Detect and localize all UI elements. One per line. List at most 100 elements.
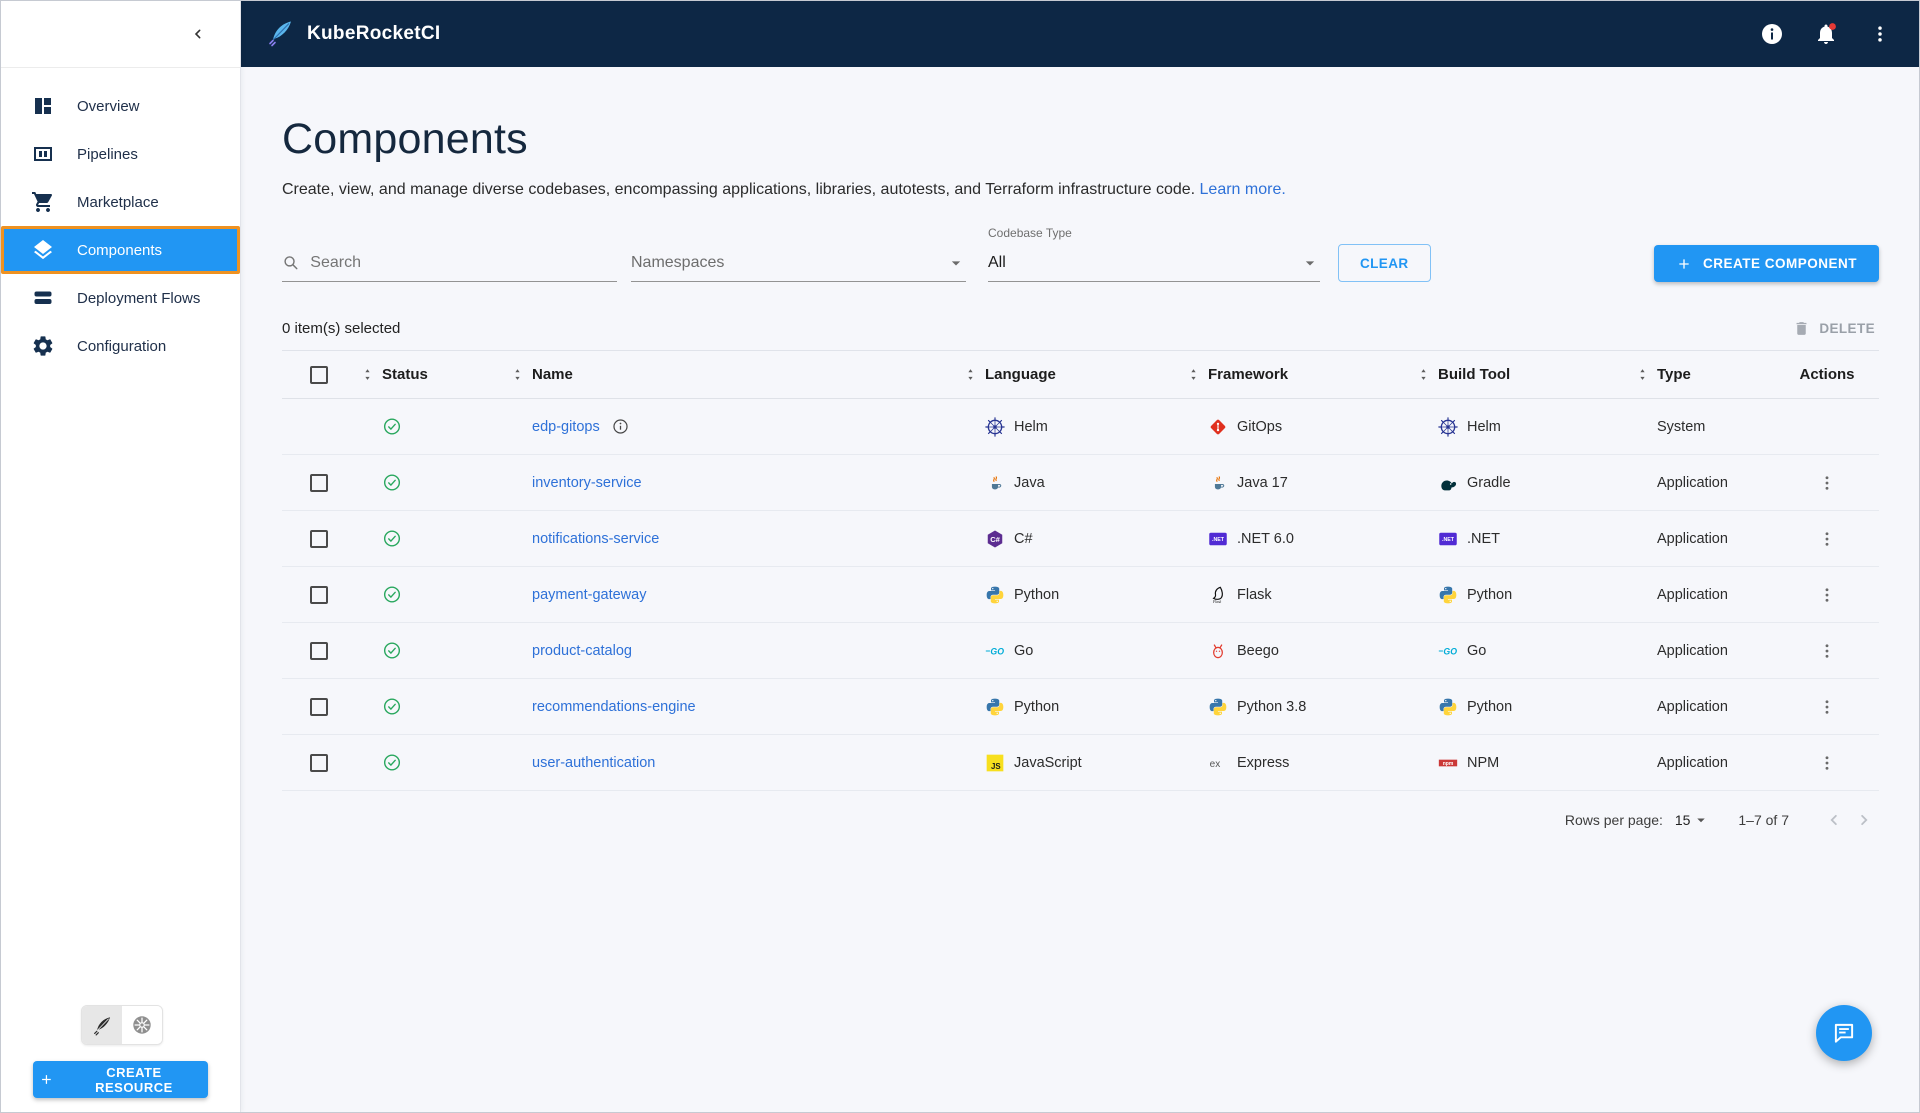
row-checkbox[interactable] [310,529,328,548]
table-row: product-catalog GO Go Beego GO Go Applicat… [282,623,1879,679]
plus-icon [1679,258,1689,269]
overview-icon [31,94,55,118]
component-name-link[interactable]: product-catalog [532,643,632,659]
layers-icon [31,238,55,262]
kubernetes-view-button[interactable] [122,1006,162,1044]
status-success-icon [382,753,402,773]
namespaces-select[interactable]: Namespaces [631,244,966,282]
row-actions-kebab-icon[interactable] [1814,750,1840,776]
search-icon [284,256,298,270]
column-header-type[interactable]: Type [1627,366,1773,383]
selection-bar: 0 item(s) selected DELETE [282,306,1879,351]
view-toggle [81,1005,163,1045]
column-header-framework[interactable]: Framework [1178,366,1408,383]
sidebar-item-overview[interactable]: Overview [1,82,240,130]
topbar-actions [1759,21,1893,47]
component-name-link[interactable]: payment-gateway [532,587,646,603]
filters-row: Namespaces Codebase Type All CLEAR CREAT… [282,226,1879,282]
chat-fab-button[interactable] [1816,1005,1872,1061]
column-header-language[interactable]: Language [955,366,1178,383]
sort-icon [360,367,375,382]
framework-label: Express [1237,754,1290,771]
search-field[interactable] [282,244,617,282]
pagination: Rows per page: 15 1–7 of 7 [282,791,1879,849]
select-all-checkbox[interactable] [310,365,328,384]
gitops-icon [1208,417,1228,437]
row-actions-kebab-icon[interactable] [1814,470,1840,496]
build-tool-label: Python [1467,698,1513,715]
sidebar-item-deployment-flows[interactable]: Deployment Flows [1,274,240,322]
search-input[interactable] [308,252,617,273]
kebab-menu-icon[interactable] [1867,21,1893,47]
row-checkbox[interactable] [310,473,328,492]
language-label: Java [1014,474,1045,491]
row-checkbox[interactable] [310,697,328,716]
sidebar-item-marketplace[interactable]: Marketplace [1,178,240,226]
delete-button[interactable]: DELETE [1787,319,1879,338]
info-icon[interactable] [612,418,629,435]
row-actions-kebab-icon[interactable] [1814,694,1840,720]
language-label: Python [1014,586,1060,603]
type-label: System [1657,418,1706,435]
rows-per-page-select[interactable]: 15 [1675,811,1711,829]
shopping-cart-icon [31,190,55,214]
deployment-flows-icon [31,286,55,310]
table-row: inventory-service Java Java 17 Gradle Ap… [282,455,1879,511]
row-checkbox[interactable] [310,641,328,660]
component-name-link[interactable]: inventory-service [532,475,642,491]
row-actions-kebab-icon[interactable] [1814,526,1840,552]
info-circle-icon[interactable] [1759,21,1785,47]
component-name-link[interactable]: edp-gitops [532,419,600,435]
gear-icon [31,334,55,358]
chevron-left-icon [194,29,201,39]
language-label: Python [1014,698,1060,715]
language-label: Go [1014,642,1034,659]
select-all-cell [282,365,352,384]
column-header-name[interactable]: Name [502,366,955,383]
row-actions-kebab-icon[interactable] [1814,582,1840,608]
framework-label: Java 17 [1237,474,1288,491]
column-header-build-tool[interactable]: Build Tool [1408,366,1627,383]
app-title: KubeRocketCI [307,23,441,44]
table-body: edp-gitops Helm GitOps Helm System inven… [282,399,1879,791]
sidebar-item-configuration[interactable]: Configuration [1,322,240,370]
notifications-bell-icon[interactable] [1813,21,1839,47]
row-actions-kebab-icon[interactable] [1814,638,1840,664]
sort-icon [1416,367,1431,382]
type-label: Application [1657,586,1728,603]
rows-per-page: Rows per page: 15 [1565,811,1711,829]
page-description: Create, view, and manage diverse codebas… [282,181,1286,198]
codebase-type-select[interactable]: All [988,244,1320,282]
type-label: Application [1657,754,1728,771]
svg-text:Flask: Flask [1212,599,1222,603]
component-name-link[interactable]: user-authentication [532,755,655,771]
helm-icon [1438,416,1458,437]
sidebar-item-pipelines[interactable]: Pipelines [1,130,240,178]
framework-label: .NET 6.0 [1237,530,1294,547]
svg-text:npm: npm [1443,761,1454,767]
sort-icon [510,367,525,382]
clear-filters-button[interactable]: CLEAR [1338,244,1431,282]
python-icon [1438,585,1458,605]
component-name-link[interactable]: notifications-service [532,531,659,547]
row-checkbox[interactable] [310,753,328,772]
previous-page-button[interactable] [1819,805,1849,835]
sidebar-nav: Overview Pipelines Marketplace Component… [1,68,240,370]
codebase-type-field: Codebase Type All [988,226,1320,282]
column-header-status[interactable]: Status [352,366,502,383]
next-page-button[interactable] [1849,805,1879,835]
sidebar-item-components[interactable]: Components [1,226,240,274]
create-resource-button[interactable]: CREATE RESOURCE [33,1061,208,1098]
learn-more-link[interactable]: Learn more. [1200,181,1286,198]
language-label: JavaScript [1014,754,1082,771]
python-icon [985,697,1005,717]
status-success-icon [382,697,402,717]
sidebar-collapse-button[interactable] [184,20,212,48]
kuberocketci-view-button[interactable] [82,1006,122,1044]
component-name-link[interactable]: recommendations-engine [532,699,696,715]
status-success-icon [382,585,402,605]
sidebar-item-label: Pipelines [77,145,138,163]
main-content: Components Create, view, and manage dive… [241,67,1919,1112]
create-component-button[interactable]: CREATE COMPONENT [1653,245,1879,282]
row-checkbox[interactable] [310,585,328,604]
